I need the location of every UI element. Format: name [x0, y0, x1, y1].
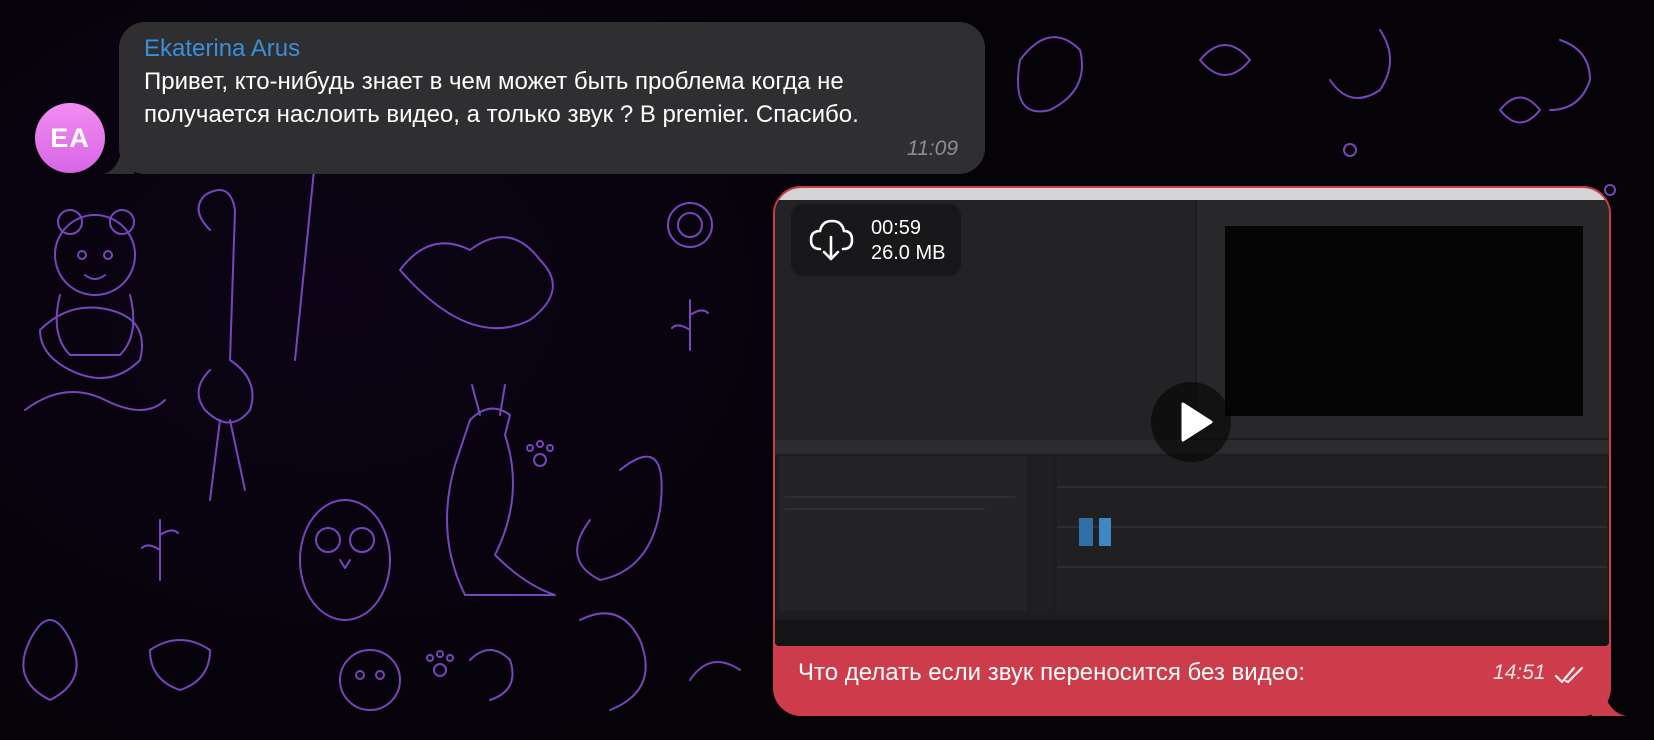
cloud-download-icon[interactable]: [808, 217, 854, 263]
message-time: 14:51: [1493, 661, 1546, 684]
double-check-icon: [1554, 666, 1584, 684]
message-time: 11:09: [907, 137, 958, 160]
sender-name[interactable]: Ekaterina Arus: [144, 34, 961, 64]
video-window-titlebar: [775, 188, 1609, 200]
video-project-panel: [779, 456, 1027, 611]
avatar-initials: EA: [50, 122, 90, 153]
play-button[interactable]: [1151, 382, 1231, 462]
video-program-monitor: [1225, 226, 1583, 416]
play-icon: [1181, 402, 1213, 442]
avatar[interactable]: EA: [35, 103, 105, 173]
video-caption: Что делать если звук переносится без вид…: [798, 659, 1306, 686]
media-info-badge[interactable]: 00:59 26.0 MB: [791, 204, 961, 276]
video-taskbar: [775, 620, 1609, 646]
video-tools-panel: [1031, 456, 1053, 611]
video-duration: 00:59: [871, 217, 922, 239]
message-text: Привет, кто-нибудь знает в чем может быт…: [144, 68, 859, 128]
outgoing-message[interactable]: 00:59 26.0 MB Что делать если звук перен…: [773, 186, 1611, 716]
video-timeline-panel: [1057, 456, 1607, 611]
incoming-message[interactable]: Ekaterina Arus Привет, кто-нибудь знает …: [119, 22, 985, 174]
video-attachment[interactable]: 00:59 26.0 MB: [775, 188, 1609, 646]
video-file-size: 26.0 MB: [871, 242, 946, 264]
